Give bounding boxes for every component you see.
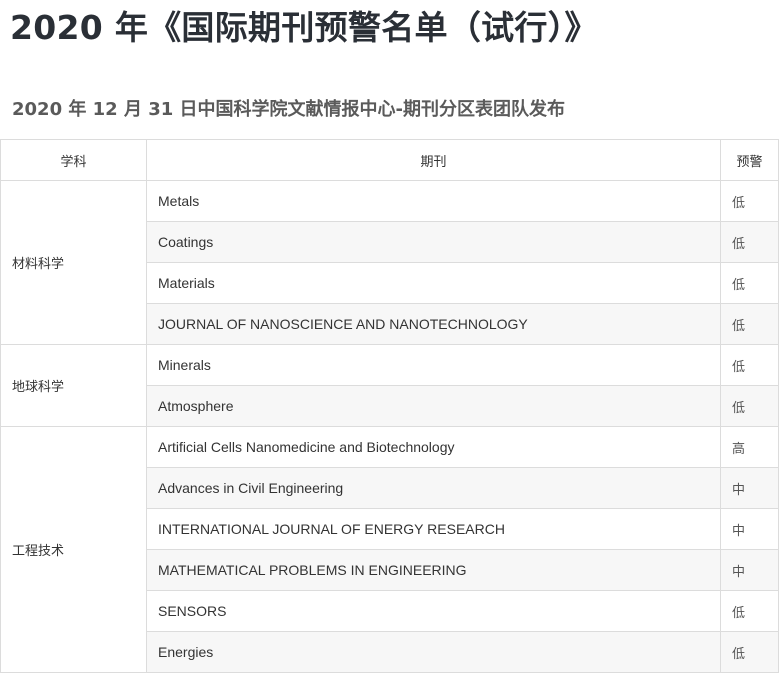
warning-level-cell: 低 bbox=[720, 590, 779, 632]
page-subtitle: 2020 年 12 月 31 日中国科学院文献情报中心-期刊分区表团队发布 bbox=[12, 99, 565, 120]
journal-cell: Artificial Cells Nanomedicine and Biotec… bbox=[146, 426, 721, 468]
journal-cell: Energies bbox=[146, 631, 721, 673]
journal-cell: MATHEMATICAL PROBLEMS IN ENGINEERING bbox=[146, 549, 721, 591]
warning-level-cell: 低 bbox=[720, 303, 779, 345]
table-row: 工程技术 Artificial Cells Nanomedicine and B… bbox=[0, 426, 779, 673]
journal-cell: Advances in Civil Engineering bbox=[146, 467, 721, 509]
header-warning: 预警 bbox=[720, 139, 779, 181]
warning-level-cell: 中 bbox=[720, 508, 779, 550]
warning-level-cell: 低 bbox=[720, 180, 779, 222]
warning-level-cell: 低 bbox=[720, 631, 779, 673]
journal-cell: INTERNATIONAL JOURNAL OF ENERGY RESEARCH bbox=[146, 508, 721, 550]
journal-cell: SENSORS bbox=[146, 590, 721, 632]
subject-cell: 地球科学 bbox=[0, 344, 147, 427]
journal-cell: Minerals bbox=[146, 344, 721, 386]
table-row: 地球科学 Minerals 低 bbox=[0, 344, 779, 427]
warning-level-cell: 低 bbox=[720, 344, 779, 386]
subject-cell: 材料科学 bbox=[0, 180, 147, 345]
table-row: 材料科学 Metals 低 bbox=[0, 180, 779, 345]
subject-cell: 工程技术 bbox=[0, 426, 147, 673]
warning-level-cell: 高 bbox=[720, 426, 779, 468]
warning-level-cell: 低 bbox=[720, 262, 779, 304]
journal-cell: Materials bbox=[146, 262, 721, 304]
warning-level-cell: 中 bbox=[720, 549, 779, 591]
warning-level-cell: 低 bbox=[720, 385, 779, 427]
header-subject: 学科 bbox=[0, 139, 147, 181]
journal-warning-table: 学科 期刊 预警 材料科学 Metals 低 Coatings 低 Materi… bbox=[0, 139, 779, 673]
journal-cell: Coatings bbox=[146, 221, 721, 263]
journal-cell: Metals bbox=[146, 180, 721, 222]
page-title: 2020 年《国际期刊预警名单（试行）》 bbox=[10, 8, 598, 47]
warning-level-cell: 中 bbox=[720, 467, 779, 509]
header-journal: 期刊 bbox=[146, 139, 721, 181]
table-header-row: 学科 期刊 预警 bbox=[0, 139, 779, 181]
warning-level-cell: 低 bbox=[720, 221, 779, 263]
journal-cell: JOURNAL OF NANOSCIENCE AND NANOTECHNOLOG… bbox=[146, 303, 721, 345]
journal-cell: Atmosphere bbox=[146, 385, 721, 427]
